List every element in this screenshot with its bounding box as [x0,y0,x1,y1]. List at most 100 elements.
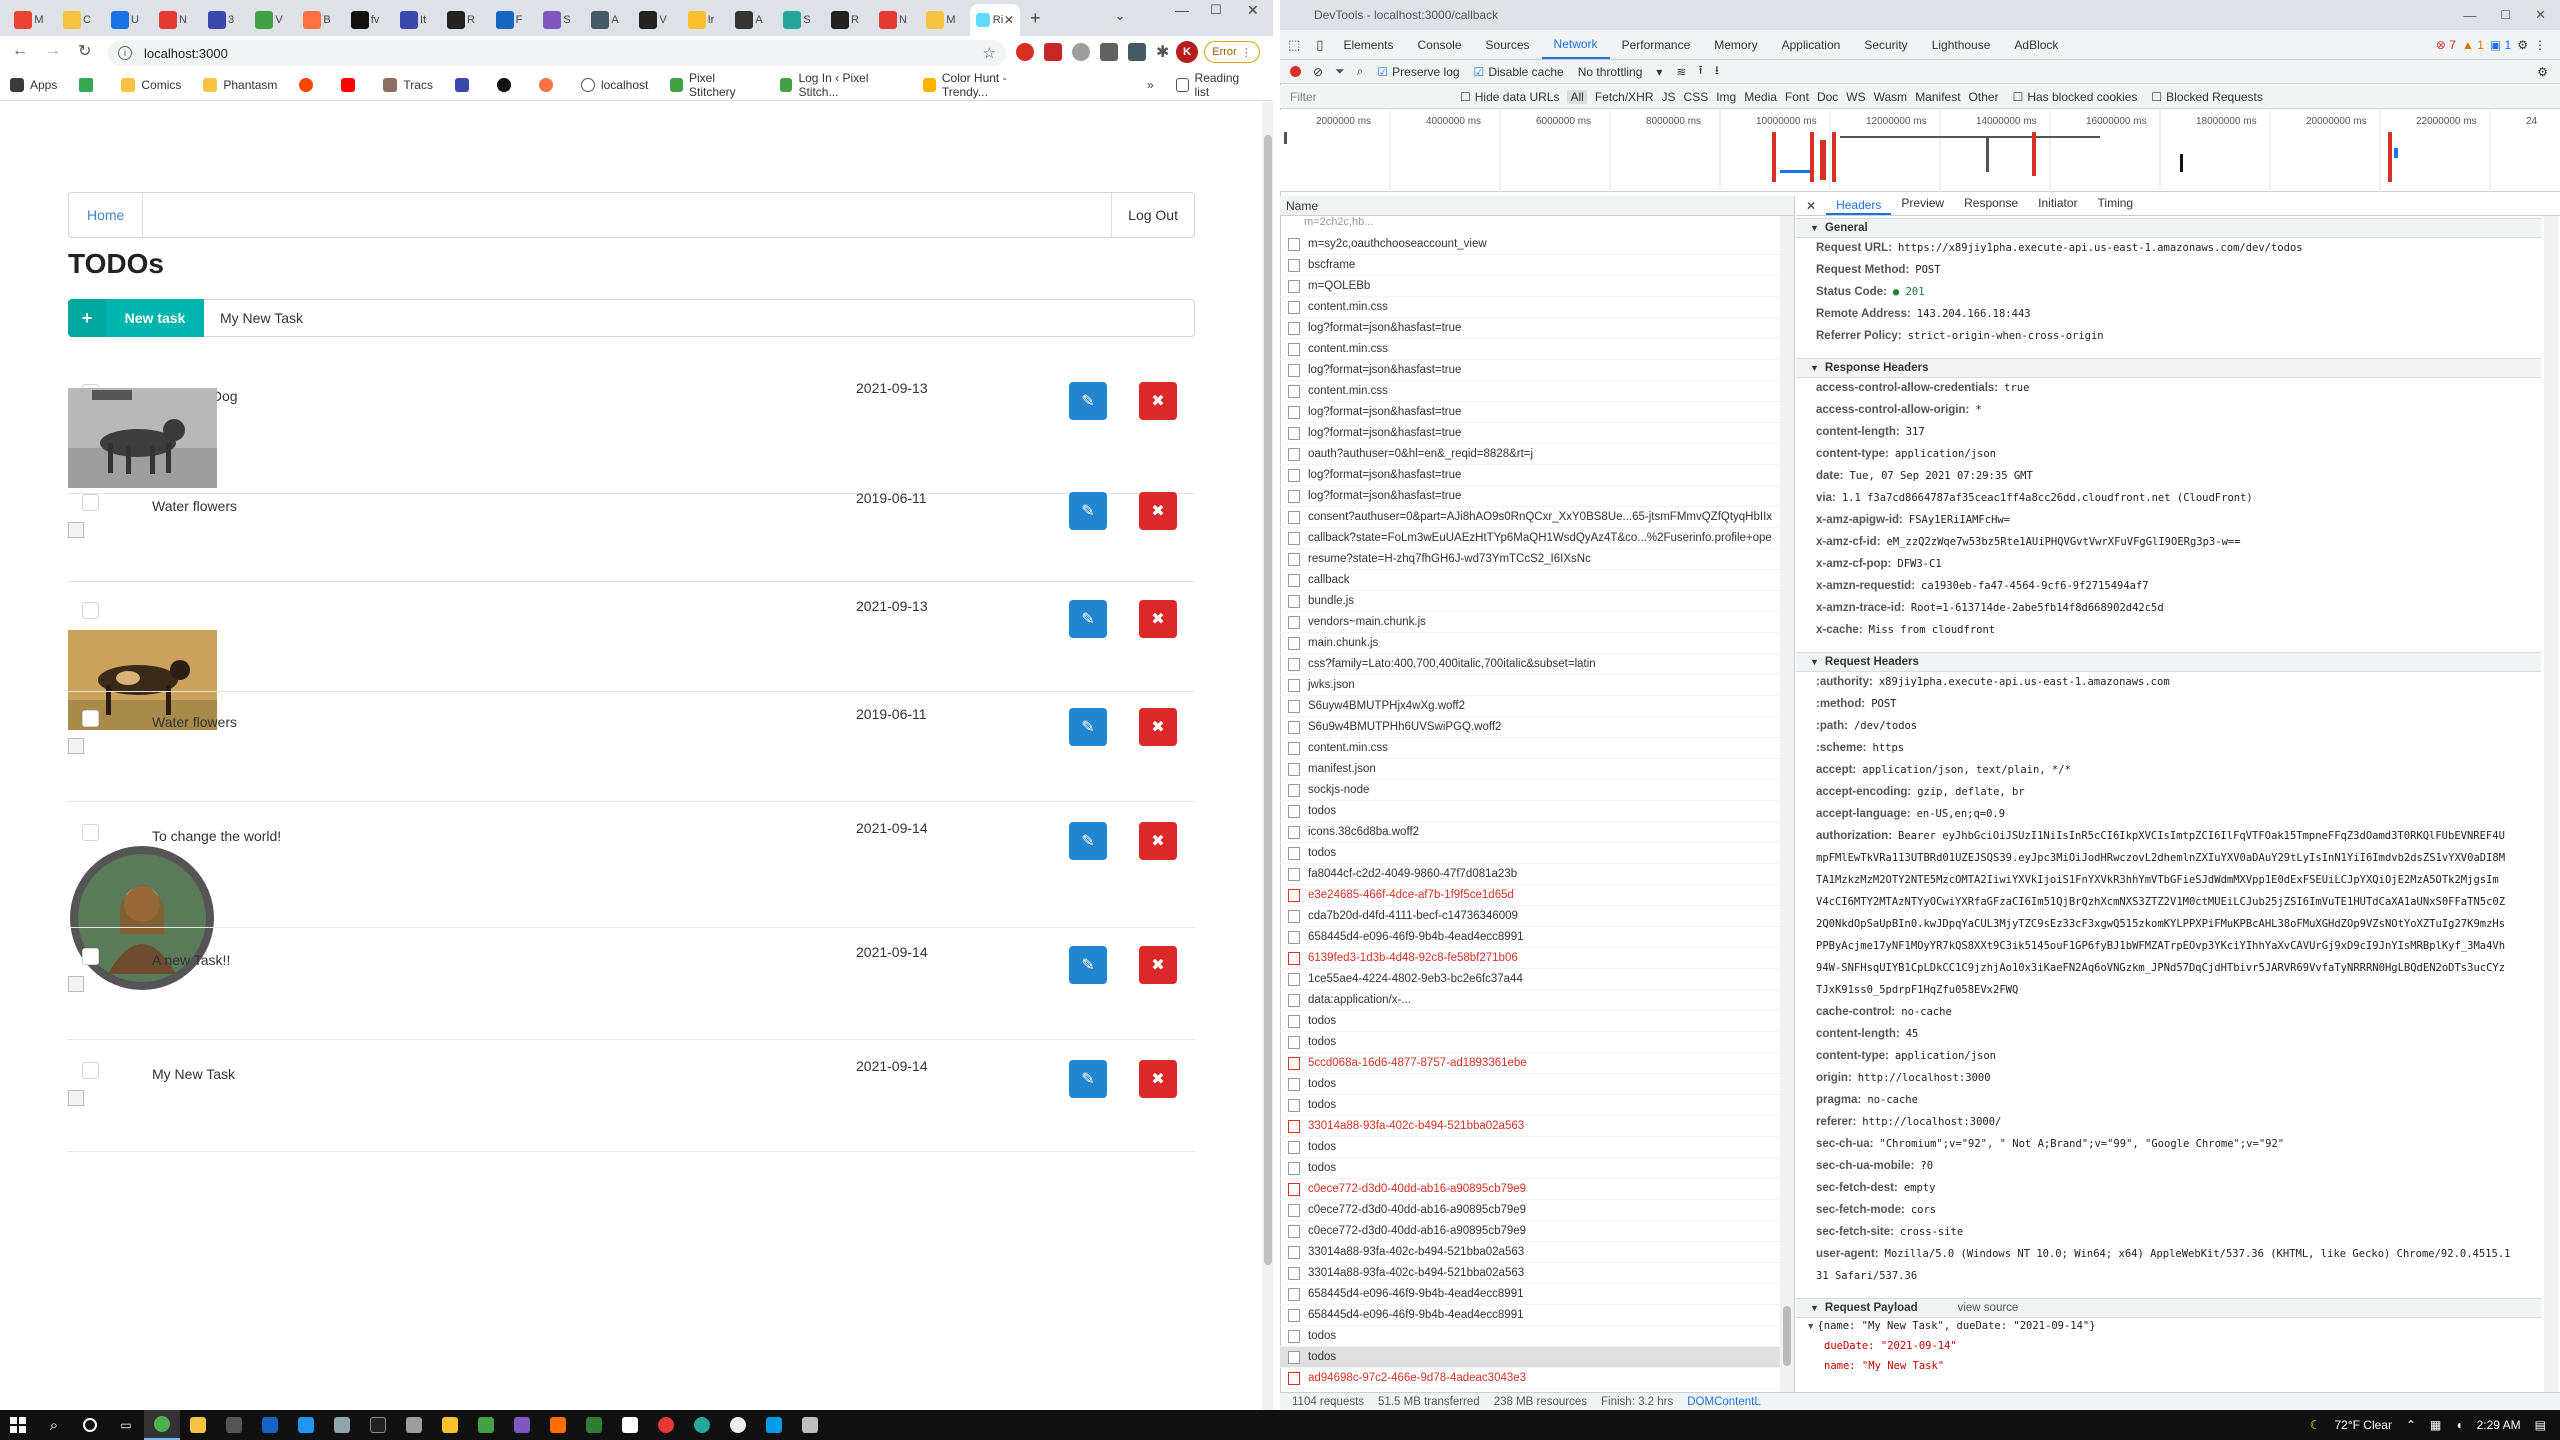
app-icon[interactable] [612,1410,648,1440]
section-header[interactable]: ▼ General [1796,218,2541,238]
new-tab-icon[interactable]: + [1030,8,1041,29]
panel-tab-memory[interactable]: Memory [1702,30,1769,59]
delete-button[interactable]: ✖ [1139,946,1177,984]
detail-tab-headers[interactable]: Headers [1826,196,1892,215]
filter-icon[interactable]: ⏷ [1335,64,1345,79]
section-header[interactable]: ▼ Request Payload view source [1796,1298,2541,1318]
request-row[interactable]: data:application/x-... [1280,990,1780,1011]
request-row[interactable]: todos [1280,1011,1780,1032]
panel-tab-security[interactable]: Security [1852,30,1919,59]
bookmark-pixel-stitchery[interactable]: Pixel Stitchery [670,71,757,99]
browser-tab[interactable]: S [774,4,820,36]
request-row[interactable]: todos [1280,1347,1780,1368]
request-row[interactable]: m=QOLEBb [1280,276,1780,297]
todo-checkbox[interactable] [82,710,99,727]
request-row[interactable]: resume?state=H-zhq7fhGH6J-wd73YmTCcS2_I6… [1280,549,1780,570]
kebab-menu-icon[interactable]: ⋮ [2534,38,2546,52]
search-icon[interactable]: ⌕ [1357,64,1364,79]
app-icon[interactable] [252,1410,288,1440]
throttling-select[interactable]: No throttling [1578,65,1643,79]
scrollbar-thumb[interactable] [1264,135,1272,1265]
cortana-icon[interactable] [72,1410,108,1440]
request-row[interactable]: content.min.css [1280,297,1780,318]
blocked-requests-checkbox[interactable]: ☐ [2151,90,2162,104]
panel-tab-network[interactable]: Network [1541,30,1610,59]
type-filter-doc[interactable]: Doc [1817,90,1838,104]
request-row[interactable]: m=sy2c,oauthchooseaccount_view [1280,234,1780,255]
request-row[interactable]: content.min.css [1280,381,1780,402]
download-icon[interactable]: ⭳ [1715,61,1719,82]
bookmark-color-hunt[interactable]: Color Hunt - Trendy... [923,71,1045,99]
request-row[interactable]: sockjs-node [1280,780,1780,801]
request-row[interactable]: todos [1280,1137,1780,1158]
bookmark-localhost[interactable]: localhost [580,77,648,92]
browser-tab[interactable]: C [54,4,100,36]
request-list-scroll-thumb[interactable] [1783,1306,1791,1366]
search-icon[interactable]: ⌕ [36,1410,72,1440]
extension-icon[interactable] [1100,43,1118,61]
edit-button[interactable]: ✎ [1069,492,1107,530]
device-toolbar-icon[interactable]: ▯ [1308,37,1331,53]
edit-button[interactable]: ✎ [1069,946,1107,984]
hide-data-urls-checkbox[interactable]: ☐ [1460,90,1471,104]
blocked-cookies-checkbox[interactable]: ☐ [2013,90,2024,104]
delete-button[interactable]: ✖ [1139,492,1177,530]
panel-tab-lighthouse[interactable]: Lighthouse [1920,30,2003,59]
bookmark-github[interactable] [496,77,517,92]
bookmarks-overflow-icon[interactable]: » [1147,78,1154,92]
browser-tab[interactable]: V [246,4,292,36]
browser-tab[interactable]: 3 [198,4,244,36]
type-filter-wasm[interactable]: Wasm [1874,90,1908,104]
bookmark-youtube[interactable] [341,77,361,92]
request-row[interactable]: content.min.css [1280,339,1780,360]
settings-gear-icon[interactable]: ⚙ [2537,65,2548,79]
section-header[interactable]: ▼ Response Headers [1796,358,2541,378]
type-filter-manifest[interactable]: Manifest [1915,90,1960,104]
request-row[interactable]: log?format=json&hasfast=true [1280,402,1780,423]
todo-checkbox[interactable] [82,824,99,841]
info-icon[interactable]: i [118,46,132,60]
inspect-element-icon[interactable]: ⬚ [1280,37,1308,53]
request-row[interactable]: 1ce55ae4-4224-4802-9eb3-bc2e6fc37a44 [1280,969,1780,990]
disable-cache-checkbox[interactable]: ☑ [1474,65,1485,79]
filter-input[interactable]: Filter [1290,90,1460,104]
request-row-partial[interactable]: m=2ch2c,hb... [1280,216,1780,233]
bookmark-drive[interactable] [79,77,99,92]
panel-tab-performance[interactable]: Performance [1610,30,1703,59]
type-filter-img[interactable]: Img [1716,90,1736,104]
weather-text[interactable]: 72°F Clear [2334,1418,2392,1432]
bookmark-apps[interactable]: Apps [10,77,57,92]
panel-tab-application[interactable]: Application [1770,30,1853,59]
extensions-puzzle-icon[interactable]: ✱ [1156,42,1169,62]
app-icon[interactable] [504,1410,540,1440]
request-row[interactable]: todos [1280,1032,1780,1053]
browser-tab[interactable]: fv [342,4,388,36]
request-row[interactable]: 5ccd068a-16d6-4877-8757-ad1893361ebe [1280,1053,1780,1074]
edit-button[interactable]: ✎ [1069,382,1107,420]
delete-button[interactable]: ✖ [1139,382,1177,420]
bookmark-comics[interactable]: Comics [121,77,181,92]
request-row[interactable]: log?format=json&hasfast=true [1280,423,1780,444]
browser-tab[interactable]: S [534,4,580,36]
request-row[interactable]: 658445d4-e096-46f9-9b4b-4ead4ecc8991 [1280,1284,1780,1305]
request-row[interactable]: vendors~main.chunk.js [1280,612,1780,633]
notification-icon[interactable]: ▤ [2535,1418,2546,1432]
record-icon[interactable] [1290,66,1301,77]
request-row[interactable]: todos [1280,1326,1780,1347]
error-chip[interactable]: Error ⋮ [1204,41,1260,63]
todo-checkbox[interactable] [82,494,99,511]
upload-icon[interactable]: ⭱ [1698,61,1702,82]
type-filter-all[interactable]: All [1567,89,1587,104]
volume-icon[interactable]: ◖ [2455,1418,2462,1432]
browser-tab[interactable]: A [726,4,772,36]
type-filter-fetchxhr[interactable]: Fetch/XHR [1595,90,1654,104]
request-list-scrollbar[interactable] [1780,216,1794,1392]
close-detail-icon[interactable]: ✕ [1796,199,1826,213]
todo-checkbox[interactable] [82,948,99,965]
browser-tab[interactable]: N [150,4,196,36]
request-row[interactable]: callback?state=FoLm3wEuUAEzHtTYp6MaQH1Ws… [1280,528,1780,549]
bookmark-phantasm[interactable]: Phantasm [203,77,277,92]
request-row[interactable]: todos [1280,843,1780,864]
start-button[interactable] [0,1410,36,1440]
settings-gear-icon[interactable]: ⚙ [2517,38,2528,52]
